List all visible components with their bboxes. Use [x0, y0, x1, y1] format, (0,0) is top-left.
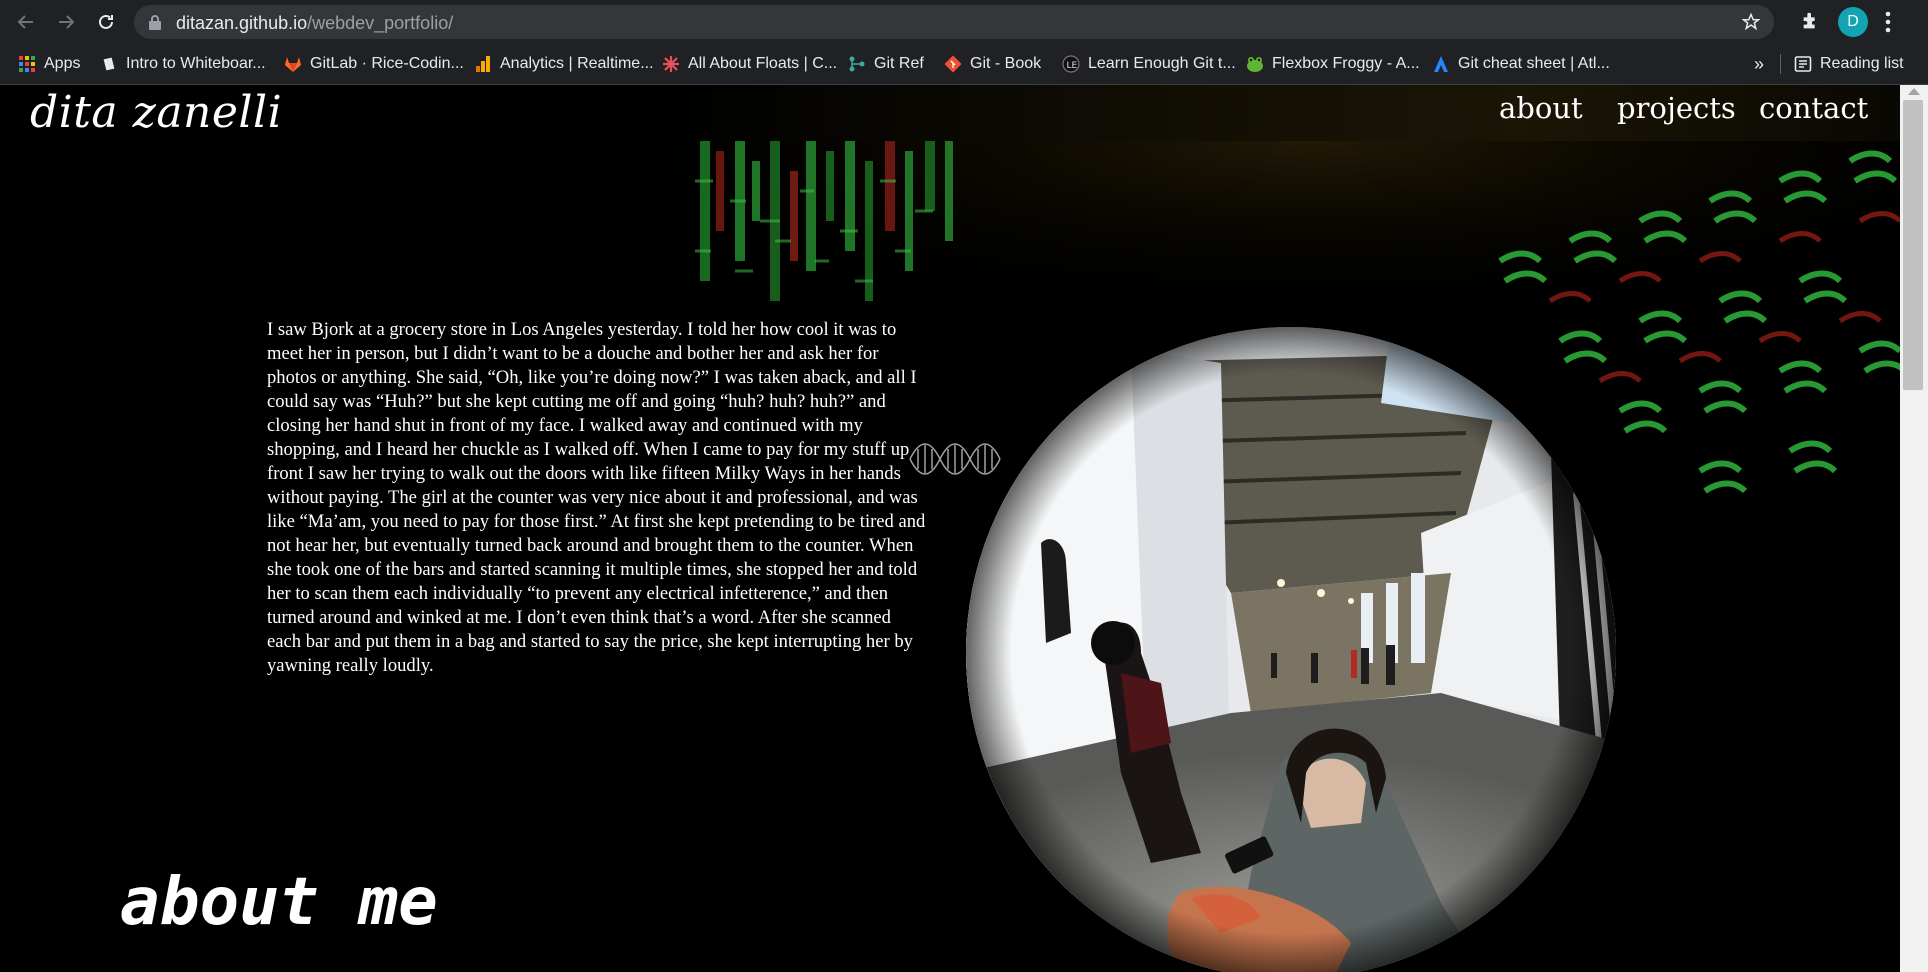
bookmark-label: Git Ref — [874, 55, 924, 72]
apps-grid-icon — [19, 56, 35, 72]
about-me-heading: about me — [120, 863, 438, 940]
address-bar[interactable]: ditazan.github.io/webdev_portfolio/ — [134, 5, 1774, 39]
forward-arrow-icon — [59, 15, 75, 29]
bookmark-label: Git - Book — [970, 55, 1042, 72]
learn-enough-icon: LE — [1062, 55, 1080, 73]
more-bookmarks-label: » — [1754, 53, 1765, 74]
page-viewport: dita zanelli about projects contact I sa… — [0, 85, 1900, 972]
reload-icon — [99, 14, 113, 29]
scroll-up-arrow-icon[interactable] — [1908, 88, 1920, 95]
bookmark-floats[interactable]: All About Floats | C... — [662, 52, 837, 76]
reading-list-button[interactable]: Reading list — [1794, 52, 1904, 76]
extensions-puzzle-icon[interactable] — [1800, 10, 1822, 32]
svg-text:LE: LE — [1067, 61, 1078, 71]
document-icon — [102, 56, 116, 72]
css-tricks-icon — [663, 56, 679, 72]
bookmark-label: GitLab · Rice-Codin... — [310, 55, 464, 72]
git-icon — [944, 55, 962, 73]
froggy-icon — [1247, 57, 1263, 72]
atlassian-icon — [1434, 56, 1448, 72]
browser-toolbar: ditazan.github.io/webdev_portfolio/ D — [0, 0, 1928, 44]
bookmark-label: All About Floats | C... — [688, 55, 838, 72]
scrollbar-thumb[interactable] — [1903, 100, 1923, 390]
bookmark-flexbox-froggy[interactable]: Flexbox Froggy - A... — [1246, 52, 1420, 76]
bookmark-label: Git cheat sheet | Atl... — [1458, 55, 1610, 72]
bookmark-analytics[interactable]: Analytics | Realtime... — [474, 52, 654, 76]
bookmarks-divider — [1780, 54, 1781, 74]
bookmark-gitlab[interactable]: GitLab · Rice-Codin... — [284, 52, 464, 76]
reading-list-icon — [1794, 56, 1812, 72]
reading-list-label: Reading list — [1820, 55, 1904, 72]
bookmark-label: Analytics | Realtime... — [500, 55, 654, 72]
nav-projects[interactable]: projects — [1617, 91, 1736, 125]
url-path: /webdev_portfolio/ — [307, 13, 454, 33]
bookmark-label: Learn Enough Git t... — [1088, 55, 1236, 72]
gitlab-icon — [285, 57, 301, 72]
bookmark-label: Apps — [44, 55, 81, 72]
url-text: ditazan.github.io/webdev_portfolio/ — [176, 13, 453, 34]
bjork-story-paragraph: I saw Bjork at a grocery store in Los An… — [267, 319, 926, 676]
back-button[interactable] — [12, 8, 40, 36]
bookmark-git-cheat-sheet[interactable]: Git cheat sheet | Atl... — [1432, 52, 1610, 76]
back-arrow-icon — [17, 15, 33, 29]
lock-icon — [149, 15, 161, 30]
bookmark-label: Flexbox Froggy - A... — [1272, 55, 1420, 72]
reload-button[interactable] — [92, 8, 120, 36]
site-logo[interactable]: dita zanelli — [30, 87, 282, 138]
bookmark-learn-enough-git[interactable]: LE Learn Enough Git t... — [1062, 52, 1236, 76]
bookmark-apps[interactable]: Apps — [18, 52, 80, 76]
more-bookmarks-button[interactable]: » — [1754, 52, 1764, 76]
bookmark-label: Intro to Whiteboar... — [126, 55, 266, 72]
site-header: dita zanelli about projects contact — [0, 85, 1900, 141]
bookmarks-bar: Apps Intro to Whiteboar... GitLab · Rice… — [0, 44, 1928, 85]
profile-avatar[interactable]: D — [1838, 7, 1868, 37]
bookmark-whiteboard[interactable]: Intro to Whiteboar... — [100, 52, 266, 76]
bookmark-git-book[interactable]: Git - Book — [944, 52, 1041, 76]
git-ref-icon — [849, 56, 865, 72]
nav-contact[interactable]: contact — [1759, 91, 1868, 125]
url-host: ditazan.github.io — [176, 13, 308, 33]
forward-button[interactable] — [52, 8, 80, 36]
bookmark-git-ref[interactable]: Git Ref — [848, 52, 924, 76]
nav-about[interactable]: about — [1499, 91, 1583, 125]
kebab-menu-icon[interactable] — [1884, 10, 1892, 34]
analytics-icon — [476, 56, 490, 72]
bookmark-star-icon[interactable] — [1742, 13, 1760, 31]
